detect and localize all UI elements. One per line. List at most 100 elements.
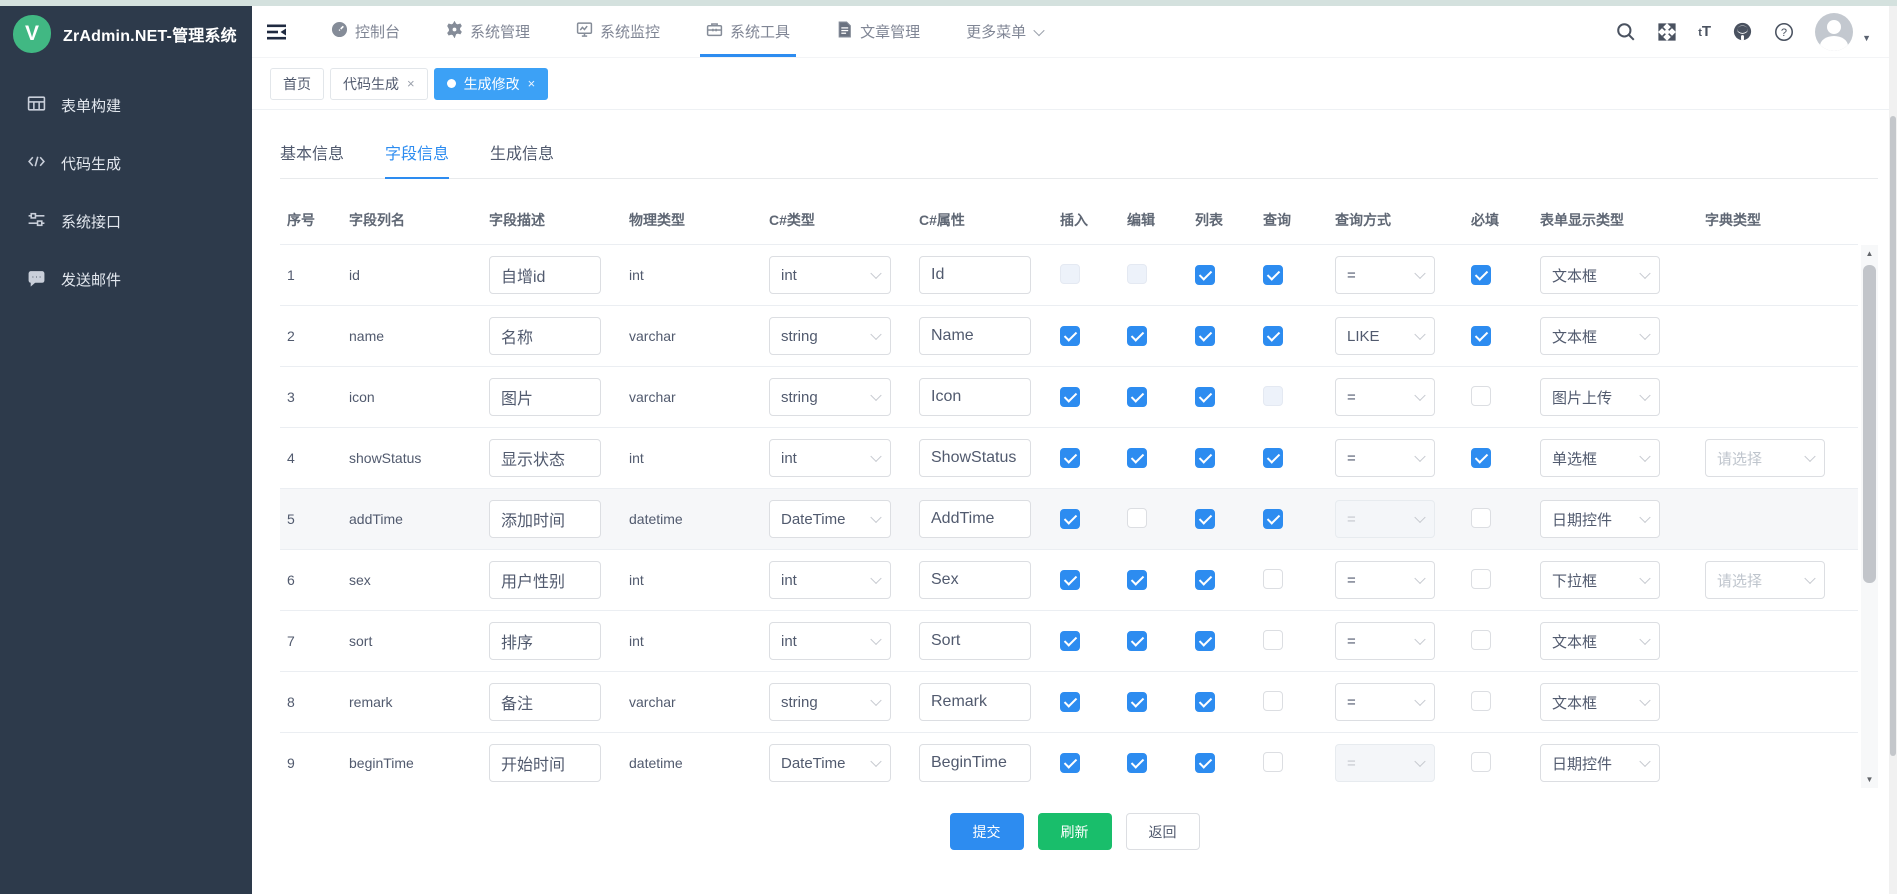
edit-checkbox[interactable] (1127, 753, 1147, 773)
refresh-button[interactable]: 刷新 (1038, 813, 1112, 850)
field-desc-input[interactable] (489, 317, 601, 355)
insert-checkbox[interactable] (1060, 326, 1080, 346)
scroll-down-icon[interactable]: ▼ (1861, 771, 1878, 788)
display-type-select[interactable]: 图片上传 (1540, 378, 1660, 416)
display-type-select[interactable]: 文本框 (1540, 256, 1660, 294)
edit-checkbox[interactable] (1127, 264, 1147, 284)
page-scrollbar-thumb[interactable] (1890, 116, 1896, 756)
cs-type-select[interactable]: int (769, 622, 891, 660)
table-scrollbar[interactable]: ▲ ▼ (1861, 245, 1878, 788)
cs-type-select[interactable]: string (769, 378, 891, 416)
list-checkbox[interactable] (1195, 753, 1215, 773)
insert-checkbox[interactable] (1060, 753, 1080, 773)
field-desc-input[interactable] (489, 622, 601, 660)
sidebar-item-code-gen[interactable]: 代码生成 (0, 134, 252, 192)
nav-item-more-menu[interactable]: 更多菜单 (966, 6, 1043, 57)
query-checkbox[interactable] (1263, 691, 1283, 711)
query-type-select[interactable]: = (1335, 500, 1435, 538)
field-desc-input[interactable] (489, 378, 601, 416)
cs-type-select[interactable]: string (769, 683, 891, 721)
cs-prop-input[interactable] (919, 683, 1031, 721)
tag-code-gen[interactable]: 代码生成 × (330, 68, 428, 100)
edit-checkbox[interactable] (1127, 692, 1147, 712)
github-icon[interactable] (1732, 21, 1753, 42)
cs-type-select[interactable]: int (769, 561, 891, 599)
nav-item-system-tools[interactable]: 系统工具 (706, 6, 790, 57)
display-type-select[interactable]: 文本框 (1540, 683, 1660, 721)
nav-item-dashboard[interactable]: 控制台 (331, 6, 400, 57)
close-icon[interactable]: × (528, 76, 536, 91)
query-checkbox[interactable] (1263, 752, 1283, 772)
insert-checkbox[interactable] (1060, 631, 1080, 651)
sidebar-item-api[interactable]: 系统接口 (0, 192, 252, 250)
cs-prop-input[interactable] (919, 561, 1031, 599)
edit-checkbox[interactable] (1127, 448, 1147, 468)
required-checkbox[interactable] (1471, 326, 1491, 346)
cs-prop-input[interactable] (919, 256, 1031, 294)
display-type-select[interactable]: 日期控件 (1540, 500, 1660, 538)
list-checkbox[interactable] (1195, 265, 1215, 285)
required-checkbox[interactable] (1471, 386, 1491, 406)
sidebar-item-form-build[interactable]: 表单构建 (0, 76, 252, 134)
display-type-select[interactable]: 文本框 (1540, 622, 1660, 660)
field-desc-input[interactable] (489, 683, 601, 721)
query-type-select[interactable]: = (1335, 683, 1435, 721)
nav-item-system-admin[interactable]: 系统管理 (446, 6, 530, 57)
field-desc-input[interactable] (489, 561, 601, 599)
cs-type-select[interactable]: DateTime (769, 744, 891, 782)
query-checkbox[interactable] (1263, 326, 1283, 346)
search-icon[interactable] (1616, 22, 1636, 42)
tab-gen-info[interactable]: 生成信息 (490, 140, 554, 178)
cs-prop-input[interactable] (919, 378, 1031, 416)
help-icon[interactable]: ? (1774, 22, 1794, 42)
query-checkbox[interactable] (1263, 509, 1283, 529)
font-size-icon[interactable]: tT (1698, 23, 1711, 40)
required-checkbox[interactable] (1471, 508, 1491, 528)
back-button[interactable]: 返回 (1126, 813, 1200, 850)
field-desc-input[interactable] (489, 439, 601, 477)
display-type-select[interactable]: 单选框 (1540, 439, 1660, 477)
display-type-select[interactable]: 下拉框 (1540, 561, 1660, 599)
cs-prop-input[interactable] (919, 622, 1031, 660)
insert-checkbox[interactable] (1060, 448, 1080, 468)
insert-checkbox[interactable] (1060, 509, 1080, 529)
query-type-select[interactable]: = (1335, 622, 1435, 660)
nav-item-system-monitor[interactable]: 系统监控 (576, 6, 660, 57)
avatar[interactable] (1815, 13, 1853, 51)
field-desc-input[interactable] (489, 256, 601, 294)
cs-type-select[interactable]: string (769, 317, 891, 355)
query-type-select[interactable]: = (1335, 378, 1435, 416)
sidebar-item-mail[interactable]: 发送邮件 (0, 250, 252, 308)
avatar-caret-icon[interactable]: ▼ (1862, 33, 1871, 43)
display-type-select[interactable]: 文本框 (1540, 317, 1660, 355)
query-checkbox[interactable] (1263, 569, 1283, 589)
list-checkbox[interactable] (1195, 387, 1215, 407)
list-checkbox[interactable] (1195, 448, 1215, 468)
query-type-select[interactable]: = (1335, 256, 1435, 294)
edit-checkbox[interactable] (1127, 508, 1147, 528)
insert-checkbox[interactable] (1060, 387, 1080, 407)
query-checkbox[interactable] (1263, 265, 1283, 285)
query-checkbox[interactable] (1263, 448, 1283, 468)
fullscreen-icon[interactable] (1657, 22, 1677, 42)
required-checkbox[interactable] (1471, 691, 1491, 711)
required-checkbox[interactable] (1471, 752, 1491, 772)
required-checkbox[interactable] (1471, 265, 1491, 285)
dict-type-select[interactable]: 请选择 (1705, 561, 1825, 599)
query-type-select[interactable]: = (1335, 744, 1435, 782)
list-checkbox[interactable] (1195, 509, 1215, 529)
query-type-select[interactable]: = (1335, 439, 1435, 477)
cs-type-select[interactable]: int (769, 439, 891, 477)
submit-button[interactable]: 提交 (950, 813, 1024, 850)
insert-checkbox[interactable] (1060, 692, 1080, 712)
cs-prop-input[interactable] (919, 744, 1031, 782)
list-checkbox[interactable] (1195, 570, 1215, 590)
field-desc-input[interactable] (489, 744, 601, 782)
list-checkbox[interactable] (1195, 692, 1215, 712)
dict-type-select[interactable]: 请选择 (1705, 439, 1825, 477)
cs-prop-input[interactable] (919, 439, 1031, 477)
edit-checkbox[interactable] (1127, 387, 1147, 407)
cs-type-select[interactable]: int (769, 256, 891, 294)
required-checkbox[interactable] (1471, 630, 1491, 650)
scroll-up-icon[interactable]: ▲ (1861, 245, 1878, 262)
